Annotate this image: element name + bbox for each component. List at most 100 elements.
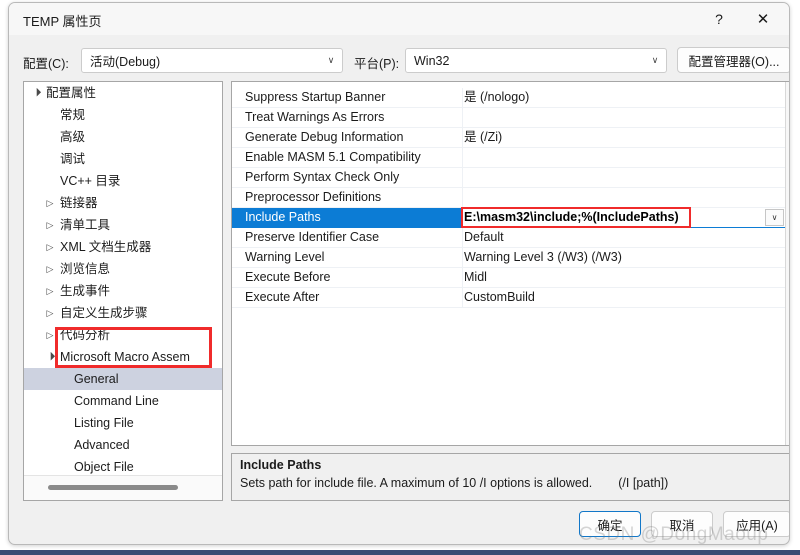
tree-item[interactable]: Command Line — [24, 390, 222, 412]
tree-item-label: Command Line — [74, 394, 159, 408]
collapsed-twisty-icon[interactable] — [42, 214, 58, 237]
cancel-button[interactable]: 取消 — [651, 511, 713, 537]
tree-item[interactable]: 生成事件 — [24, 280, 222, 302]
column-divider — [462, 88, 463, 107]
tree-item[interactable]: 高级 — [24, 126, 222, 148]
configuration-value: 活动(Debug) — [90, 55, 161, 69]
grid-right-gutter — [785, 82, 789, 445]
tree-scrollbar-thumb[interactable] — [48, 485, 178, 490]
property-name: Execute After — [245, 290, 320, 304]
collapsed-twisty-icon[interactable] — [42, 192, 58, 215]
column-divider — [462, 228, 463, 247]
property-row[interactable]: Preserve Identifier Case Default — [232, 228, 789, 248]
tree-item-label: Microsoft Macro Assem — [60, 350, 190, 364]
ok-button[interactable]: 确定 — [579, 511, 641, 537]
tree-horizontal-scrollbar[interactable] — [24, 475, 222, 500]
close-icon[interactable]: ✕ — [741, 3, 785, 34]
tree-item-label: 浏览信息 — [60, 262, 111, 276]
tree-item[interactable]: Object File — [24, 456, 222, 477]
help-icon[interactable]: ? — [697, 3, 741, 34]
column-divider — [462, 108, 463, 127]
description-panel: Include Paths Sets path for include file… — [231, 453, 789, 501]
property-name: Perform Syntax Check Only — [245, 170, 400, 184]
tree-item-label: XML 文档生成器 — [60, 240, 152, 254]
tree-item[interactable]: Listing File — [24, 412, 222, 434]
collapsed-twisty-icon[interactable] — [42, 280, 58, 303]
tree-item[interactable]: General — [24, 368, 222, 390]
collapsed-twisty-icon[interactable] — [42, 236, 58, 259]
desktop-background: TEMP 属性页 ? ✕ 配置(C): 活动(Debug) ∨ 平台(P): W… — [0, 0, 800, 555]
collapsed-twisty-icon[interactable] — [42, 302, 58, 325]
configuration-dropdown[interactable]: 活动(Debug) ∨ — [81, 48, 343, 73]
property-grid: Suppress Startup Banner 是 (/nologo) Treat … — [232, 88, 789, 308]
property-row[interactable]: Treat Warnings As Errors — [232, 108, 789, 128]
property-row[interactable]: Perform Syntax Check Only — [232, 168, 789, 188]
tree-item[interactable]: 浏览信息 — [24, 258, 222, 280]
property-value: CustomBuild — [464, 290, 535, 304]
collapsed-twisty-icon[interactable] — [42, 258, 58, 281]
tree-item[interactable]: 代码分析 — [24, 324, 222, 346]
tree-item-label: 代码分析 — [60, 328, 111, 342]
property-row[interactable]: Suppress Startup Banner 是 (/nologo) — [232, 88, 789, 108]
column-divider — [462, 148, 463, 167]
tree-item[interactable]: Advanced — [24, 434, 222, 456]
property-row[interactable]: Preprocessor Definitions — [232, 188, 789, 208]
column-divider — [462, 168, 463, 187]
description-title: Include Paths — [240, 458, 322, 472]
tree-item[interactable]: 自定义生成步骤 — [24, 302, 222, 324]
expanded-twisty-icon[interactable] — [28, 82, 44, 104]
tree-item[interactable]: Microsoft Macro Assem — [24, 346, 222, 368]
tree-item[interactable]: 调试 — [24, 148, 222, 170]
tree-item-label: 链接器 — [60, 196, 98, 210]
property-value: 是 (/Zi) — [464, 130, 503, 144]
apply-button[interactable]: 应用(A) — [723, 511, 789, 537]
tree-item-label: Object File — [74, 460, 134, 474]
description-sentence: Sets path for include file. A maximum of… — [240, 476, 593, 490]
property-name: Treat Warnings As Errors — [245, 110, 385, 124]
column-divider — [462, 248, 463, 267]
collapsed-twisty-icon[interactable] — [42, 324, 58, 347]
dialog-title: TEMP 属性页 — [23, 14, 102, 29]
property-name: Generate Debug Information — [245, 130, 404, 144]
column-divider — [462, 268, 463, 287]
tree-item[interactable]: 清单工具 — [24, 214, 222, 236]
tree-item[interactable]: 配置属性 — [24, 82, 222, 104]
property-pages-dialog: TEMP 属性页 ? ✕ 配置(C): 活动(Debug) ∨ 平台(P): W… — [8, 2, 790, 545]
tree-item-label: VC++ 目录 — [60, 174, 121, 188]
platform-value: Win32 — [414, 53, 450, 68]
configuration-tree-panel: 配置属性常规高级调试 VC++ 目录链接器清单工具 XML 文档生成器浏览信息生成事… — [23, 81, 223, 501]
tree-item-label: 清单工具 — [60, 218, 111, 232]
tree-item-label: Listing File — [74, 416, 134, 430]
property-row[interactable]: Enable MASM 5.1 Compatibility — [232, 148, 789, 168]
column-divider — [462, 188, 463, 207]
property-row[interactable]: Include Paths E:\masm32\include;%(Include… — [232, 207, 789, 228]
description-switch: (/I [path]) — [618, 476, 669, 490]
configuration-label: 配置(C): — [23, 57, 69, 71]
configuration-tree[interactable]: 配置属性常规高级调试 VC++ 目录链接器清单工具 XML 文档生成器浏览信息生成事… — [24, 82, 222, 477]
chevron-down-icon: ∨ — [651, 55, 659, 65]
tree-item-label: 高级 — [60, 130, 86, 144]
taskbar-strip — [0, 550, 800, 555]
property-row[interactable]: Execute After CustomBuild — [232, 288, 789, 308]
property-name: Suppress Startup Banner — [245, 90, 386, 104]
tree-item-label: Advanced — [74, 438, 130, 452]
tree-item[interactable]: XML 文档生成器 — [24, 236, 222, 258]
property-row[interactable]: Execute Before Midl — [232, 268, 789, 288]
property-row[interactable]: Generate Debug Information 是 (/Zi) — [232, 128, 789, 148]
tree-item-label: 常规 — [60, 108, 86, 122]
platform-dropdown[interactable]: Win32 ∨ — [405, 48, 667, 73]
configuration-manager-button[interactable]: 配置管理器(O)... — [677, 47, 789, 73]
tree-item-label: 调试 — [60, 152, 86, 166]
tree-item[interactable]: 常规 — [24, 104, 222, 126]
tree-item[interactable]: VC++ 目录 — [24, 170, 222, 192]
tree-item[interactable]: 链接器 — [24, 192, 222, 214]
property-name: Execute Before — [245, 270, 331, 284]
value-chevron-down-icon[interactable]: ∨ — [765, 209, 784, 226]
property-value-input[interactable]: E:\masm32\include;%(IncludePaths) ∨ — [462, 208, 789, 227]
expanded-twisty-icon[interactable] — [42, 346, 58, 368]
property-value: Warning Level 3 (/W3) (/W3) — [464, 250, 622, 264]
tree-item-label: 自定义生成步骤 — [60, 306, 148, 320]
property-row[interactable]: Warning Level Warning Level 3 (/W3) (/W3) — [232, 248, 789, 268]
property-value-text: E:\masm32\include;%(IncludePaths) — [464, 210, 679, 224]
property-name: Warning Level — [245, 250, 325, 264]
